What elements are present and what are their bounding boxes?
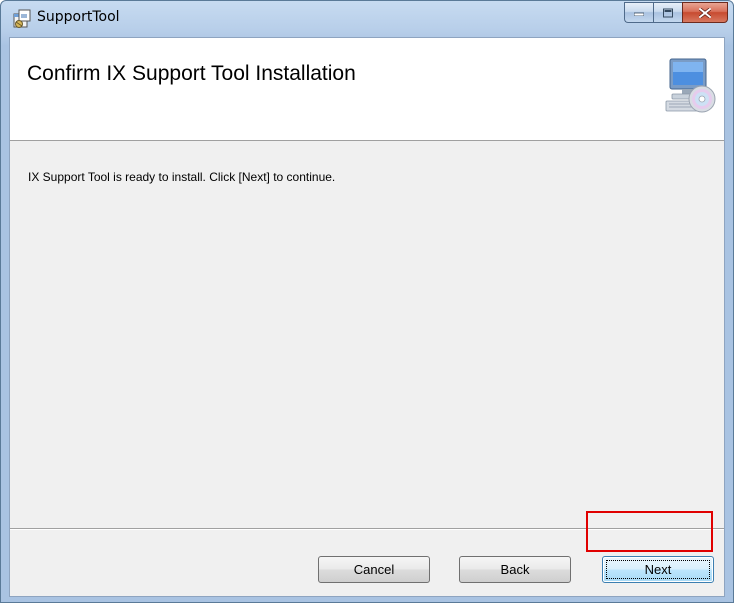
- header-banner: Confirm IX Support Tool Installation: [10, 38, 724, 141]
- window-title: SupportTool: [37, 9, 120, 25]
- installer-package-icon: [13, 9, 31, 28]
- maximize-button[interactable]: [653, 2, 682, 23]
- maximize-icon: [663, 8, 673, 17]
- dialog-client-area: Confirm IX Support Tool Installation IX …: [9, 37, 725, 597]
- close-icon: [699, 7, 711, 18]
- cancel-button[interactable]: Cancel: [318, 556, 430, 583]
- footer-divider: [10, 528, 724, 530]
- minimize-icon: [634, 12, 644, 16]
- installer-window: SupportTool Confirm IX Support Tool Inst…: [0, 0, 734, 603]
- page-title: Confirm IX Support Tool Installation: [27, 62, 356, 85]
- minimize-button[interactable]: [624, 2, 653, 23]
- close-button[interactable]: [682, 2, 728, 23]
- focus-rectangle: [606, 560, 710, 579]
- computer-cd-icon: [665, 58, 716, 113]
- next-button[interactable]: Next: [602, 556, 714, 583]
- back-button[interactable]: Back: [459, 556, 571, 583]
- caption-buttons: [624, 2, 728, 23]
- status-message: IX Support Tool is ready to install. Cli…: [28, 170, 336, 184]
- title-bar[interactable]: SupportTool: [1, 1, 733, 37]
